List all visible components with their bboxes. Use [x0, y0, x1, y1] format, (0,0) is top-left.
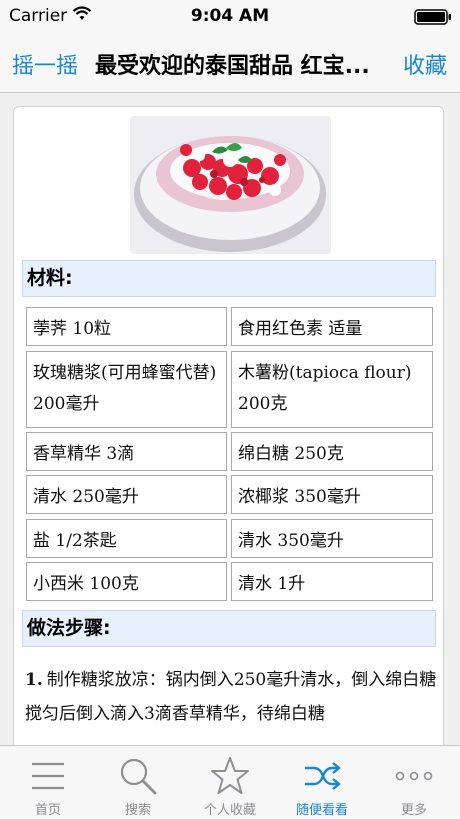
- recipe-card: 材料: 荸荠 10粒 食用红色素 适量 玫瑰糖浆(可用蜂蜜代替) 200毫升 木…: [13, 106, 444, 745]
- step-number: 1.: [25, 670, 43, 690]
- ingredient-cell: 清水 250毫升: [26, 475, 227, 514]
- ingredient-cell: 清水 350毫升: [231, 519, 433, 558]
- ingredient-cell: 木薯粉(tapioca flour) 200克: [231, 351, 433, 428]
- step-text: 制作糖浆放凉：锅内倒入250毫升清水，倒入绵白糖搅匀后倒入滴入3滴香草精华，待绵…: [25, 670, 437, 724]
- shuffle-icon: [305, 762, 341, 790]
- tab-home[interactable]: 首页: [2, 746, 94, 819]
- tab-label: 随便看看: [295, 803, 348, 818]
- steps-header: 做法步骤:: [22, 610, 436, 647]
- ingredient-cell: 小西米 100克: [26, 562, 227, 601]
- navigation-bar: 摇一摇 最受欢迎的泰国甜品 红宝... 收藏: [0, 32, 460, 93]
- ingredient-cell: 浓椰浆 350毫升: [231, 475, 433, 514]
- menu-icon: [32, 762, 64, 790]
- ingredient-cell: 玫瑰糖浆(可用蜂蜜代替) 200毫升: [26, 351, 227, 428]
- page-title: 最受欢迎的泰国甜品 红宝...: [95, 54, 370, 79]
- favorite-button[interactable]: 收藏: [403, 48, 447, 80]
- ingredient-cell: 荸荠 10粒: [26, 307, 227, 346]
- ingredients-header: 材料:: [22, 260, 436, 297]
- tab-label: 首页: [34, 803, 61, 818]
- status-bar: Carrier 9:04 AM: [0, 0, 460, 32]
- ingredient-cell: 香草精华 3滴: [26, 432, 227, 471]
- ingredient-cell: 清水 1升: [231, 562, 433, 601]
- ingredient-cell: 绵白糖 250克: [231, 432, 433, 471]
- tab-bar: 首页 搜索 个人收藏 随便看看 更多: [0, 745, 460, 818]
- ingredient-cell: 盐 1/2茶匙: [26, 519, 227, 558]
- tab-more[interactable]: 更多: [368, 746, 460, 819]
- step-1: 1. 制作糖浆放凉：锅内倒入250毫升清水，倒入绵白糖搅匀后倒入滴入3滴香草精华，…: [25, 663, 439, 731]
- ingredient-cell: 食用红色素 适量: [231, 307, 433, 346]
- battery-icon: [414, 9, 451, 25]
- tab-search[interactable]: 搜索: [92, 746, 184, 819]
- search-icon: [120, 758, 157, 795]
- tab-random[interactable]: 随便看看: [276, 746, 368, 819]
- recipe-content[interactable]: 材料: 荸荠 10粒 食用红色素 适量 玫瑰糖浆(可用蜂蜜代替) 200毫升 木…: [0, 93, 460, 745]
- tab-favorites[interactable]: 个人收藏: [184, 746, 276, 819]
- dessert-photo: [130, 116, 331, 254]
- shake-button[interactable]: 摇一摇: [12, 48, 78, 80]
- tab-label: 搜索: [124, 803, 151, 818]
- star-icon: [211, 757, 249, 794]
- more-icon: [395, 771, 433, 781]
- tab-label: 个人收藏: [203, 803, 256, 818]
- clock: 9:04 AM: [190, 6, 270, 26]
- tab-label: 更多: [400, 803, 427, 818]
